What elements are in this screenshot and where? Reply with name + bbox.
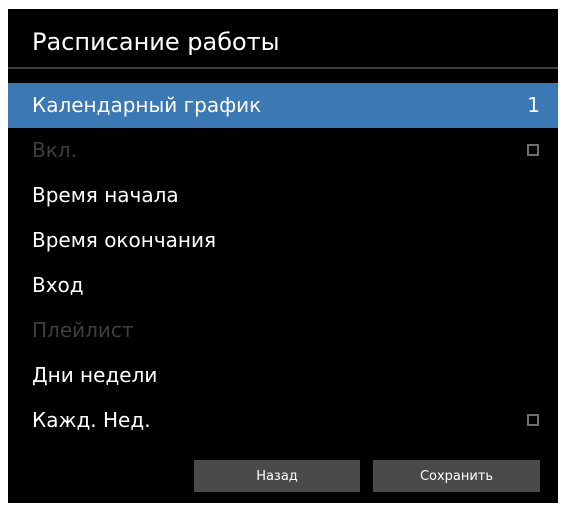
menu-item-label: Календарный график	[32, 93, 262, 117]
menu-item-end-time[interactable]: Время окончания	[8, 218, 558, 263]
title-divider	[8, 67, 558, 69]
menu-item-every-week[interactable]: Кажд. Нед.	[8, 398, 558, 443]
menu-item-label: Кажд. Нед.	[32, 408, 151, 432]
menu-item-calendar-schedule[interactable]: Календарный график 1	[8, 83, 558, 128]
menu-item-input[interactable]: Вход	[8, 263, 558, 308]
save-button[interactable]: Сохранить	[373, 460, 540, 492]
menu-item-label: Плейлист	[32, 318, 134, 342]
dialog-title: Расписание работы	[32, 28, 280, 56]
menu-item-label: Время окончания	[32, 228, 217, 252]
menu-item-label: Дни недели	[32, 363, 158, 387]
back-button[interactable]: Назад	[194, 460, 360, 492]
menu-list: Календарный график 1 Вкл. Время начала В…	[8, 83, 558, 443]
menu-item-start-time[interactable]: Время начала	[8, 173, 558, 218]
menu-item-weekdays[interactable]: Дни недели	[8, 353, 558, 398]
every-week-checkbox[interactable]	[527, 414, 539, 426]
menu-item-playlist: Плейлист	[8, 308, 558, 353]
menu-item-label: Вкл.	[32, 138, 77, 162]
enabled-checkbox	[527, 144, 539, 156]
schedule-dialog: Расписание работы Календарный график 1 В…	[8, 9, 558, 503]
menu-item-label: Время начала	[32, 183, 179, 207]
menu-item-value: 1	[527, 93, 540, 117]
menu-item-enabled: Вкл.	[8, 128, 558, 173]
menu-item-label: Вход	[32, 273, 84, 297]
